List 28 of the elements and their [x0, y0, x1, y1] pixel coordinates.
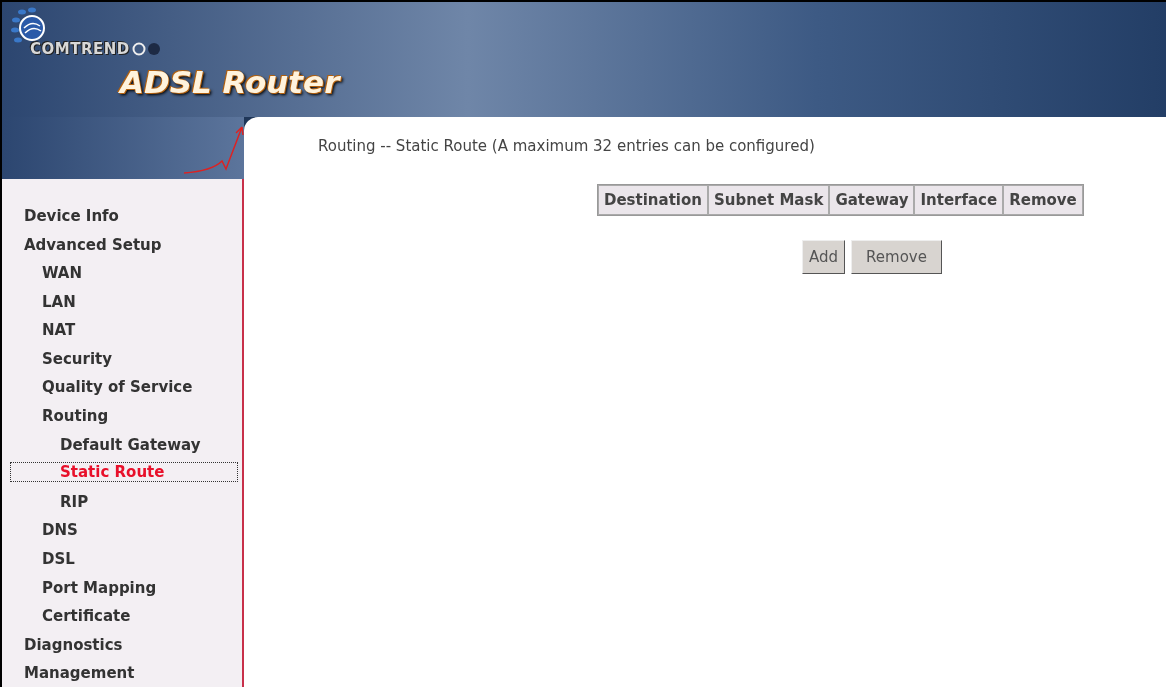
sidebar-item[interactable]: Certificate — [2, 601, 238, 630]
sidebar-item[interactable]: NAT — [2, 315, 238, 344]
column-header: Interface — [914, 185, 1004, 215]
sidebar-item[interactable]: Diagnostics — [2, 629, 238, 659]
action-button[interactable]: Add — [802, 240, 846, 274]
sidebar-item[interactable]: DNS — [2, 515, 238, 545]
sidebar-item[interactable]: Quality of Service — [2, 372, 238, 402]
sidebar-item[interactable]: WAN — [2, 258, 238, 287]
sidebar-item[interactable]: Routing — [2, 401, 238, 430]
sidebar-item[interactable]: DSL — [2, 544, 238, 573]
column-header: Subnet Mask — [707, 185, 830, 215]
sidebar-item[interactable]: Port Mapping — [2, 572, 238, 602]
column-header: Gateway — [829, 185, 915, 215]
product-title: ADSL Router — [120, 64, 340, 100]
sidebar-item[interactable]: RIP — [2, 486, 238, 516]
sidebar-item[interactable]: Static Route — [10, 462, 238, 483]
dots-icon — [131, 42, 162, 56]
brand-name: COMTREND — [30, 40, 130, 58]
sidebar-item[interactable]: Advanced Setup — [2, 229, 238, 259]
sidebar-item[interactable]: Management — [2, 658, 238, 687]
sidebar-item[interactable]: Security — [2, 343, 238, 373]
column-header: Remove — [1003, 185, 1083, 215]
sidebar-item[interactable]: Device Info — [2, 200, 238, 230]
sidebar-item[interactable]: Default Gateway — [2, 429, 238, 459]
column-header: Destination — [598, 185, 708, 215]
sidebar-item[interactable]: LAN — [2, 286, 238, 316]
action-button[interactable]: Remove — [851, 240, 942, 274]
page-title: Routing -- Static Route (A maximum 32 entries can be configured) — [318, 137, 816, 155]
